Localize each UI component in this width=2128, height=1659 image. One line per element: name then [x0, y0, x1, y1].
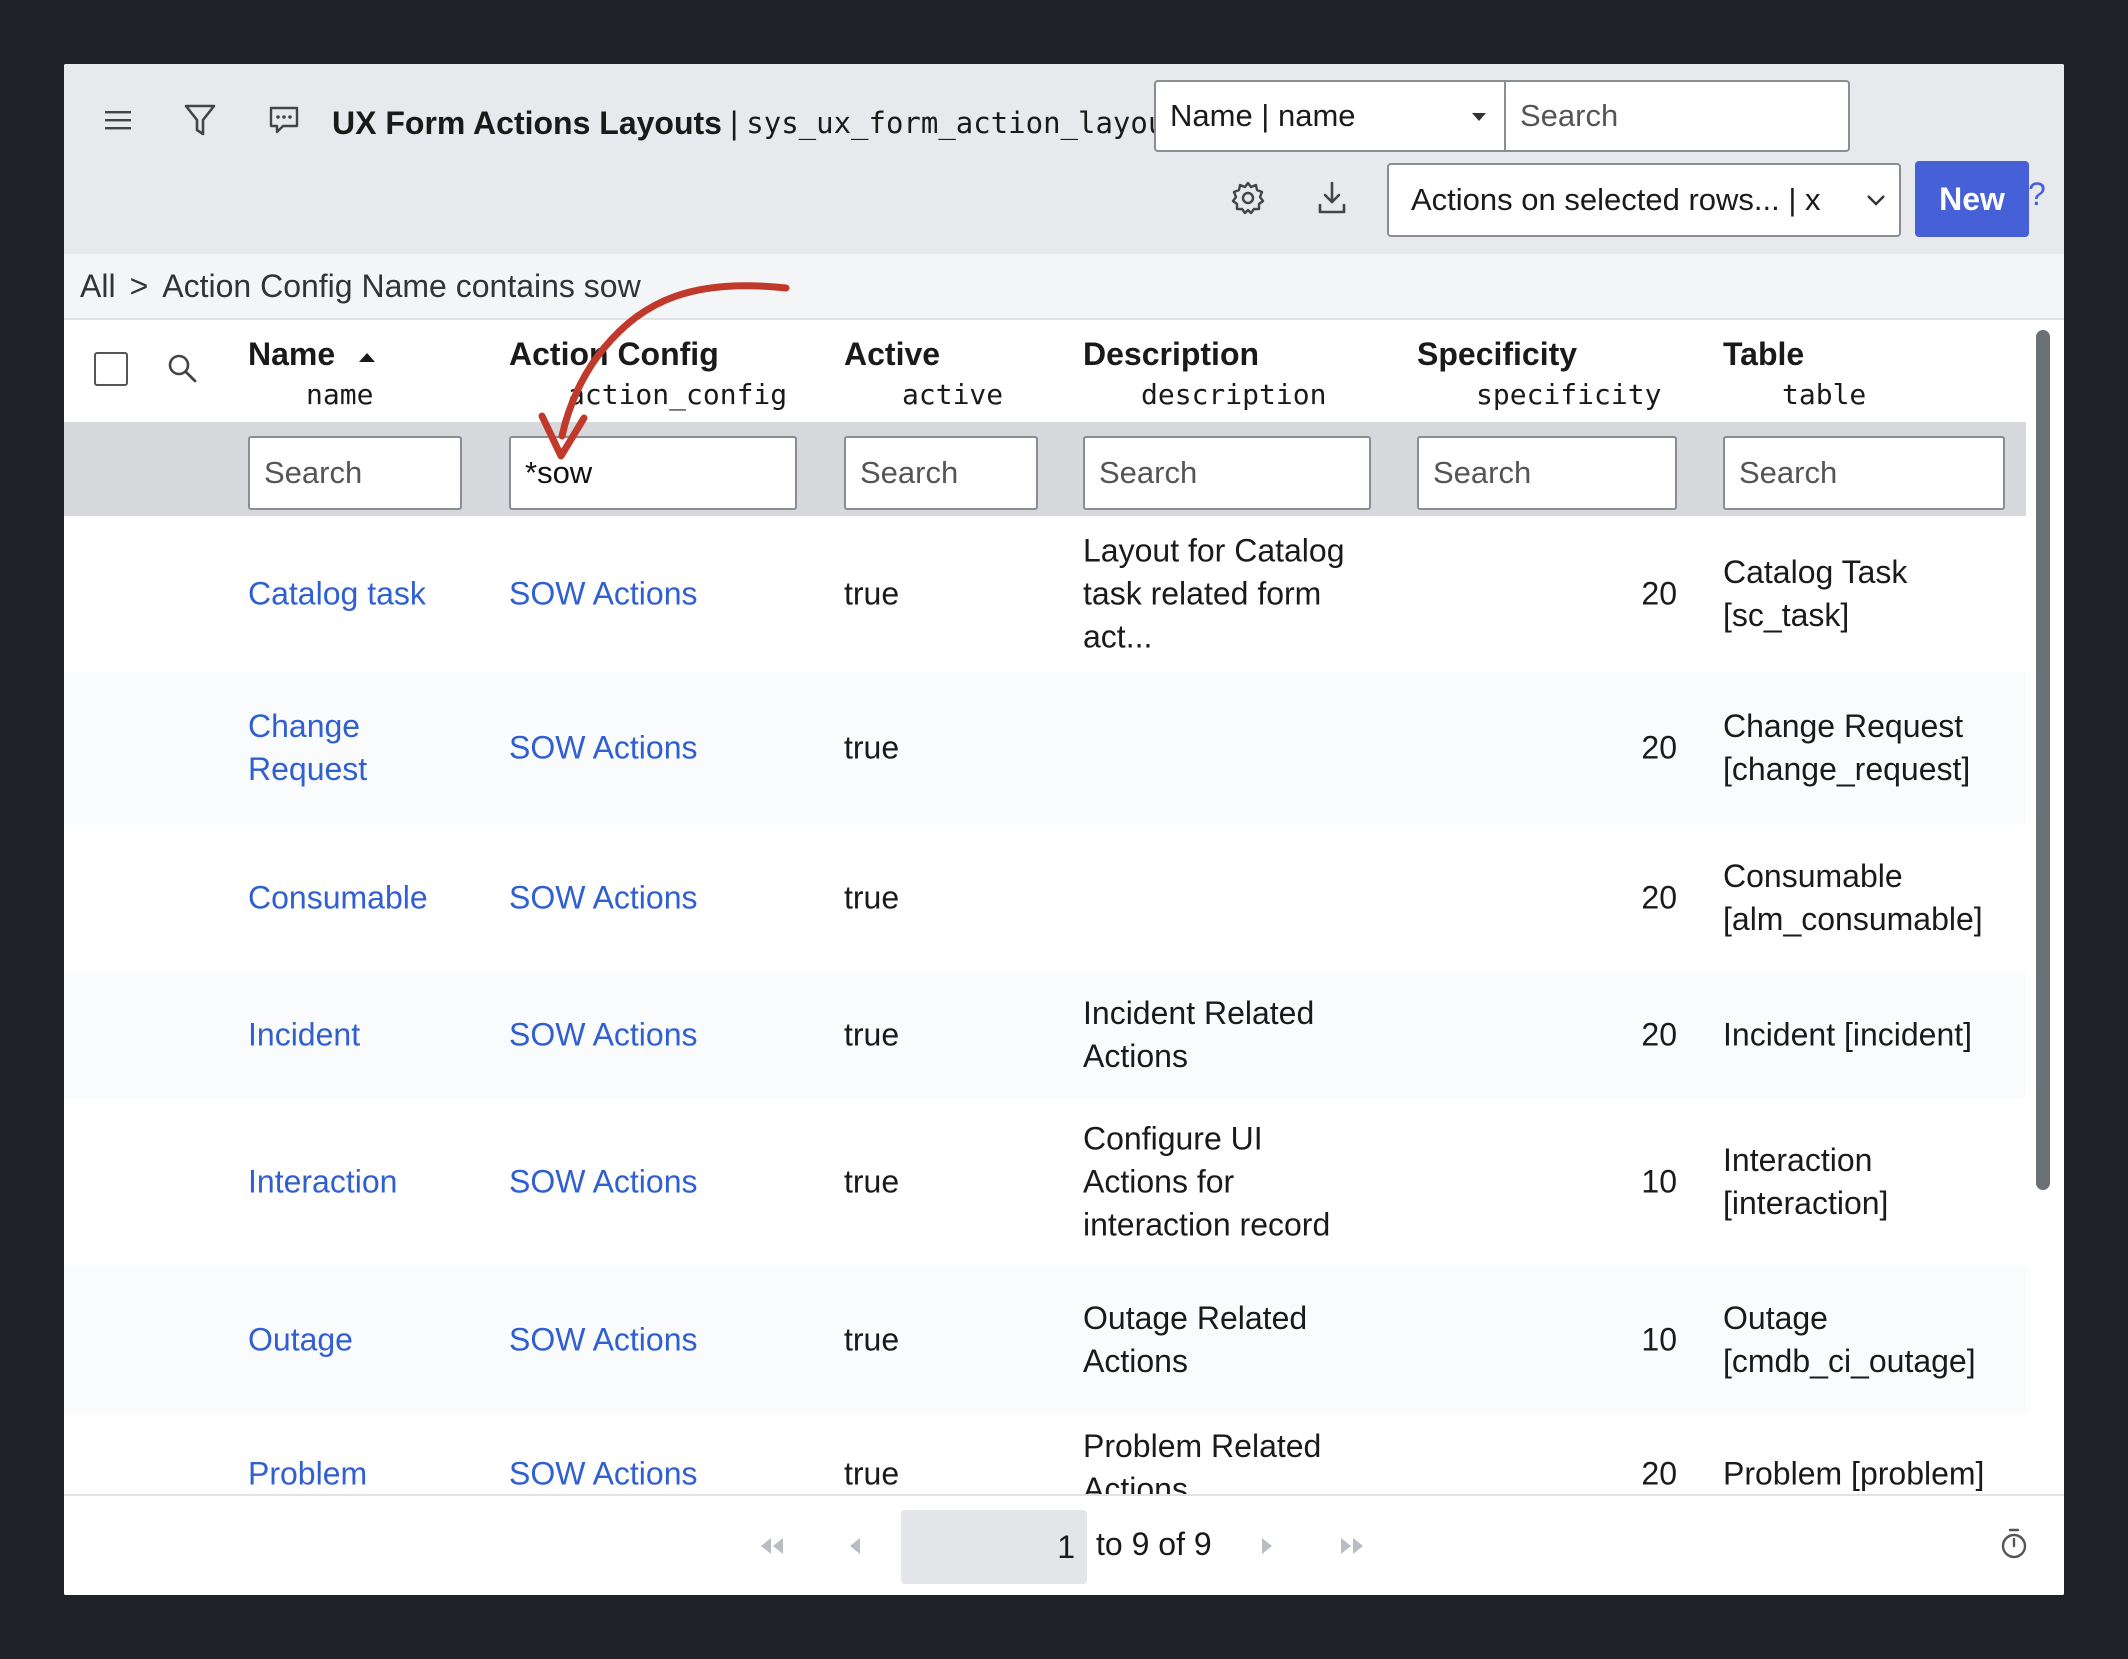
annotation-arrow — [538, 282, 790, 460]
list-window: UX Form Actions Layouts | sys_ux_form_ac… — [64, 64, 2064, 1595]
